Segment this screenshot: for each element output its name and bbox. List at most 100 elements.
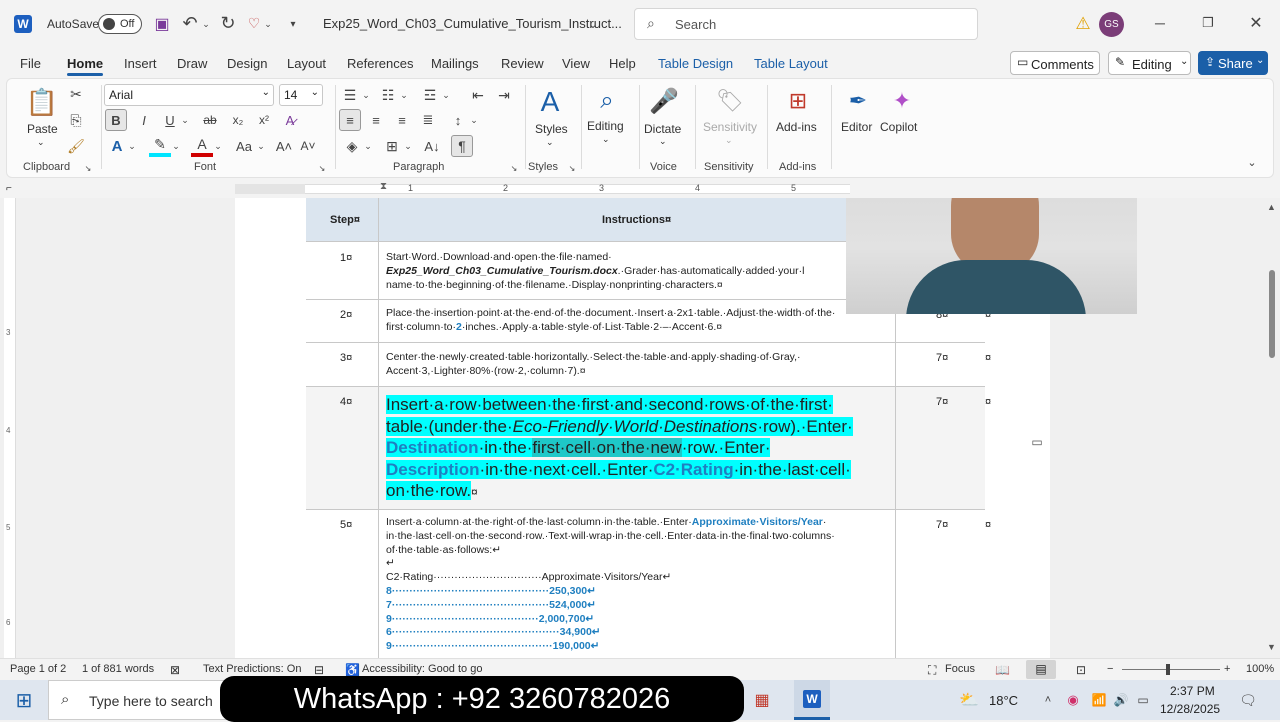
tab-insert[interactable]: Insert — [124, 56, 157, 71]
read-mode-icon[interactable]: 📖 — [995, 663, 1010, 677]
chevron-down-icon[interactable]: ⌄ — [469, 109, 479, 131]
borders-icon[interactable]: ⊞ — [381, 135, 403, 157]
sort-icon[interactable]: A↓ — [421, 135, 443, 157]
page-count[interactable]: Page 1 of 2 — [10, 663, 66, 675]
highlight-color-icon[interactable]: ✎ — [149, 135, 171, 157]
sensitivity-dropdown-icon[interactable]: ⌄ — [725, 135, 733, 146]
copilot-icon[interactable]: ✦ — [887, 84, 917, 118]
copy-icon[interactable]: ⎘ — [67, 111, 85, 129]
paste-label[interactable]: Paste — [27, 122, 58, 136]
network-icon[interactable]: 📶 — [1090, 690, 1108, 710]
accessibility-status[interactable]: Accessibility: Good to go — [362, 663, 482, 675]
strikethrough-icon[interactable]: ab — [199, 109, 221, 131]
paste-dropdown-icon[interactable]: ⌄ — [37, 137, 45, 148]
clock-time[interactable]: 2:37 PM — [1170, 684, 1215, 698]
tab-selector-icon[interactable]: ⌐ — [6, 183, 16, 194]
chevron-down-icon[interactable]: ⌄ — [399, 84, 409, 106]
align-left-icon[interactable]: ≡ — [339, 109, 361, 131]
subscript-icon[interactable]: x₂ — [227, 109, 249, 131]
dialog-launcher-icon[interactable]: ↘ — [83, 163, 93, 173]
zoom-level[interactable]: 100% — [1246, 663, 1274, 675]
zoom-thumb[interactable] — [1166, 664, 1170, 675]
zoom-in-icon[interactable]: + — [1224, 663, 1230, 675]
accessibility-icon[interactable]: ♿ — [345, 663, 360, 677]
close-icon[interactable]: ✕ — [1246, 12, 1266, 34]
sensitivity-label[interactable]: Sensitivity — [703, 120, 757, 134]
tab-table-layout[interactable]: Table Layout — [754, 56, 828, 71]
tab-file[interactable]: File — [20, 56, 41, 71]
zoom-out-icon[interactable]: − — [1107, 663, 1113, 675]
dialog-launcher-icon[interactable]: ↘ — [317, 163, 327, 173]
underline-icon[interactable]: U — [159, 109, 181, 131]
start-icon[interactable]: ⊞ — [12, 688, 36, 712]
proofing-icon[interactable]: ⊠ — [170, 663, 180, 677]
font-color-icon[interactable]: A — [191, 135, 213, 157]
chevron-down-icon[interactable]: ⌄ — [403, 135, 413, 157]
record-icon[interactable]: ◉ — [1064, 690, 1082, 710]
addins-label[interactable]: Add-ins — [776, 120, 817, 134]
dictate-dropdown-icon[interactable]: ⌄ — [659, 136, 667, 147]
align-right-icon[interactable]: ≡ — [391, 109, 413, 131]
dialog-launcher-icon[interactable]: ↘ — [567, 163, 577, 173]
scroll-down-icon[interactable]: ▼ — [1267, 642, 1276, 652]
chevron-down-icon[interactable]: ⌄ — [361, 84, 371, 106]
weather-icon[interactable]: ⛅ — [958, 689, 980, 711]
comments-button[interactable]: ▭ Comments — [1010, 51, 1100, 75]
text-effects-icon[interactable]: A — [107, 135, 127, 157]
volume-icon[interactable]: 🔊 — [1112, 690, 1130, 710]
repeat-icon[interactable]: ♡ — [244, 13, 264, 33]
row1-instructions[interactable]: Start·Word.·Download·and·open·the·file·n… — [386, 250, 896, 292]
tab-review[interactable]: Review — [501, 56, 544, 71]
chevron-down-icon[interactable]: ⌄ — [441, 84, 451, 106]
tab-help[interactable]: Help — [609, 56, 636, 71]
document-area[interactable]: 3 4 5 6 Step¤ Instructions¤ 1¤ 2¤ 3¤ 4¤ … — [0, 198, 1280, 658]
minimize-icon[interactable]: ─ — [1150, 12, 1170, 34]
cut-icon[interactable]: ✂ — [67, 85, 85, 103]
increase-indent-icon[interactable]: ⇥ — [493, 84, 515, 106]
word-count[interactable]: 1 of 881 words — [82, 663, 154, 675]
user-avatar[interactable]: GS — [1099, 12, 1124, 37]
chevron-down-icon[interactable]: ⌄ — [127, 135, 137, 157]
scroll-up-icon[interactable]: ▲ — [1267, 202, 1276, 212]
decrease-indent-icon[interactable]: ⇤ — [467, 84, 489, 106]
dialog-launcher-icon[interactable]: ↘ — [509, 163, 519, 173]
row3-instructions[interactable]: Center·the·newly·created·table·horizonta… — [386, 350, 896, 378]
zoom-slider[interactable] — [1122, 669, 1220, 670]
restore-icon[interactable]: ❐ — [1198, 12, 1218, 34]
line-spacing-icon[interactable]: ↕ — [447, 109, 469, 131]
tab-references[interactable]: References — [347, 56, 413, 71]
undo-icon[interactable]: ↶ — [180, 12, 200, 34]
numbering-icon[interactable]: ☷ — [377, 84, 399, 106]
app-icon[interactable]: ▦ — [750, 688, 774, 712]
editor-icon[interactable]: ✒ — [843, 84, 873, 118]
tab-mailings[interactable]: Mailings — [431, 56, 479, 71]
row2-instructions[interactable]: Place·the·insertion·point·at·the·end·of·… — [386, 306, 896, 334]
row5-instructions[interactable]: Insert·a·column·at·the·right·of·the·last… — [386, 516, 896, 654]
justify-icon[interactable]: ≣ — [417, 109, 439, 131]
customize-toolbar-icon[interactable]: ▾ — [286, 14, 300, 34]
tray-chevron-icon[interactable]: ˄ — [1040, 690, 1056, 710]
comment-marker-icon[interactable]: ▭ — [1028, 434, 1046, 450]
show-formatting-icon[interactable]: ¶ — [451, 135, 473, 157]
tab-draw[interactable]: Draw — [177, 56, 207, 71]
styles-icon[interactable]: A — [535, 85, 565, 119]
clear-formatting-icon[interactable]: A̷ — [279, 109, 301, 131]
row4-instructions[interactable]: Insert·a·row·between·the·first·and·secon… — [386, 394, 898, 504]
align-center-icon[interactable]: ≡ — [365, 109, 387, 131]
bold-icon[interactable]: B — [105, 109, 127, 131]
save-icon[interactable]: ▣ — [152, 14, 172, 34]
copilot-label[interactable]: Copilot — [880, 120, 917, 134]
chevron-down-icon[interactable]: ⌄ — [213, 135, 223, 157]
chevron-down-icon[interactable]: ⌄ — [363, 135, 373, 157]
tab-layout[interactable]: Layout — [287, 56, 326, 71]
repeat-dropdown-icon[interactable]: ⌄ — [262, 14, 274, 34]
text-predictions[interactable]: Text Predictions: On — [203, 663, 301, 675]
italic-icon[interactable]: I — [133, 109, 155, 131]
microphone-icon[interactable]: 🎤 — [649, 84, 679, 118]
tab-view[interactable]: View — [562, 56, 590, 71]
editor-label[interactable]: Editor — [841, 120, 872, 134]
styles-dropdown-icon[interactable]: ⌄ — [546, 137, 554, 148]
font-size-select[interactable]: 14 ⌄ — [279, 84, 323, 106]
clock-date[interactable]: 12/28/2025 — [1160, 702, 1220, 716]
editing-dropdown-icon[interactable]: ⌄ — [602, 134, 610, 145]
